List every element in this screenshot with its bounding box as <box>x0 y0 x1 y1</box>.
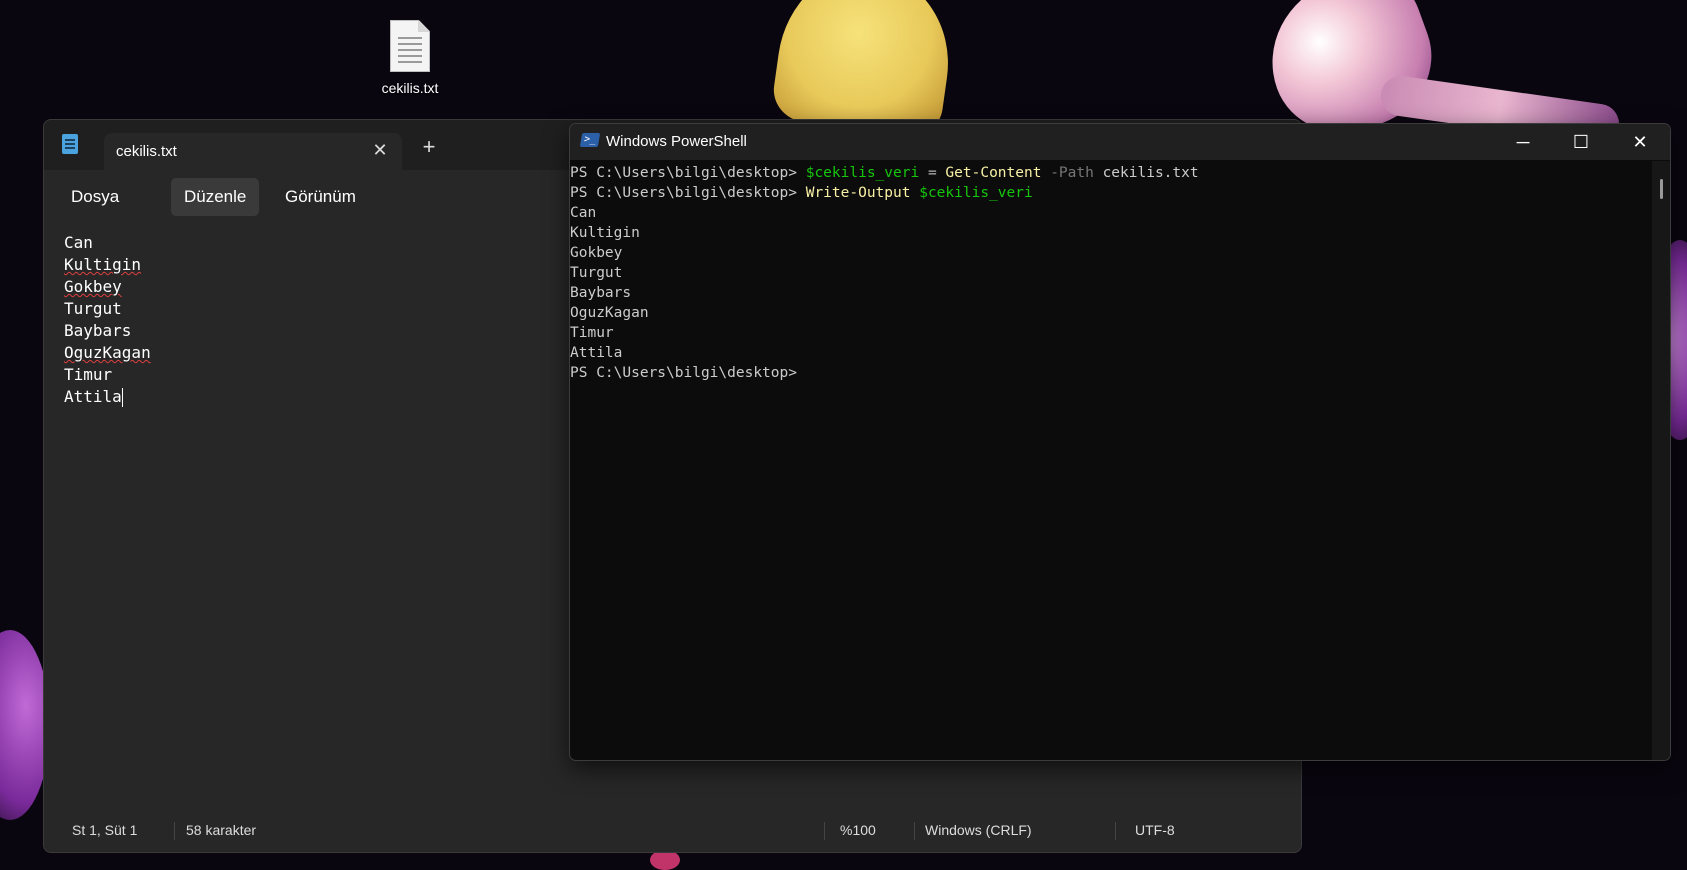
desktop-file-label: cekilis.txt <box>381 80 439 96</box>
console-output-line: Attila <box>570 345 623 361</box>
prompt: PS C:\Users\bilgi\desktop> <box>570 185 797 201</box>
status-divider <box>914 822 915 840</box>
wallpaper-shape-pink-bottom <box>650 850 680 870</box>
status-zoom[interactable]: %100 <box>840 822 876 838</box>
minimize-icon[interactable]: ─ <box>1494 124 1552 160</box>
console-output[interactable]: PS C:\Users\bilgi\desktop> $cekilis_veri… <box>570 161 1652 760</box>
token-variable: $cekilis_veri <box>919 185 1033 201</box>
console-output-line: Gokbey <box>570 245 623 261</box>
scrollbar-thumb[interactable] <box>1660 179 1663 199</box>
console-output-line: OguzKagan <box>570 305 649 321</box>
token-parameter: -Path <box>1050 165 1094 181</box>
console-output-line: Can <box>570 205 597 221</box>
console-output-line: Baybars <box>570 285 632 301</box>
notepad-status-bar: St 1, Süt 1 58 karakter %100 Windows (CR… <box>44 810 1301 852</box>
notepad-tab-cekilis[interactable]: cekilis.txt ✕ <box>104 133 402 170</box>
console-output-line: Kultigin <box>570 225 640 241</box>
menu-dosya[interactable]: Dosya <box>58 178 132 216</box>
prompt: PS C:\Users\bilgi\desktop> <box>570 165 797 181</box>
powershell-titlebar[interactable]: >_ Windows PowerShell ─ ☐ ✕ <box>570 124 1670 160</box>
menu-duzenle[interactable]: Düzenle <box>171 178 260 216</box>
maximize-icon[interactable]: ☐ <box>1552 124 1610 160</box>
console-output-line: Timur <box>570 325 614 341</box>
console-line: PS C:\Users\bilgi\desktop> <box>570 363 1652 383</box>
token-operator: = <box>927 165 937 181</box>
window-title: Windows PowerShell <box>606 133 747 150</box>
close-icon[interactable]: ✕ <box>1611 124 1669 160</box>
new-tab-icon[interactable]: + <box>416 134 442 160</box>
token-command: Get-Content <box>945 165 1042 181</box>
console-line: PS C:\Users\bilgi\desktop> Write-Output … <box>570 183 1652 203</box>
menu-gorunum[interactable]: Görünüm <box>272 178 369 216</box>
notepad-tab-label: cekilis.txt <box>116 143 177 160</box>
close-tab-icon[interactable]: ✕ <box>370 140 390 160</box>
token-argument: cekilis.txt <box>1102 165 1199 181</box>
desktop-file-cekilis[interactable]: cekilis.txt <box>370 20 450 96</box>
powershell-icon: >_ <box>579 133 601 147</box>
status-divider <box>1115 822 1116 840</box>
status-divider <box>174 822 175 840</box>
prompt: PS C:\Users\bilgi\desktop> <box>570 365 797 381</box>
powershell-window: >_ Windows PowerShell ─ ☐ ✕ PS C:\Users\… <box>569 123 1671 761</box>
status-position: St 1, Süt 1 <box>72 822 138 838</box>
notepad-icon <box>62 134 78 154</box>
status-line-ending[interactable]: Windows (CRLF) <box>925 822 1032 838</box>
text-file-icon <box>390 20 430 72</box>
console-scrollbar[interactable] <box>1652 161 1670 760</box>
text-cursor <box>121 388 123 407</box>
status-divider <box>824 822 825 840</box>
console-line: PS C:\Users\bilgi\desktop> $cekilis_veri… <box>570 163 1652 183</box>
token-variable: $cekilis_veri <box>805 165 920 181</box>
console-output-line: Turgut <box>570 265 623 281</box>
status-encoding[interactable]: UTF-8 <box>1135 822 1175 838</box>
status-char-count: 58 karakter <box>186 822 257 838</box>
token-command: Write-Output <box>805 185 911 201</box>
